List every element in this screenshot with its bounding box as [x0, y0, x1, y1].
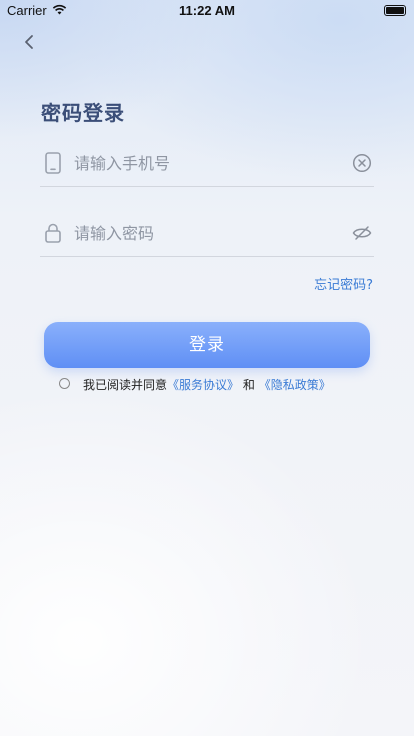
clear-circle-x-icon[interactable]: [352, 153, 372, 173]
password-field: [40, 212, 374, 257]
battery-level: [386, 7, 404, 14]
agreement-checkbox[interactable]: [59, 378, 70, 389]
agreement-row: 我已阅读并同意《服务协议》 和 《隐私政策》: [59, 376, 379, 394]
phone-input[interactable]: [74, 142, 334, 184]
agreement-prefix: 我已阅读并同意: [83, 378, 168, 392]
forgot-password-link[interactable]: 忘记密码?: [314, 274, 373, 293]
chevron-left-icon: [25, 35, 33, 49]
battery-icon: [384, 5, 406, 16]
status-bar: Carrier 11:22 AM: [0, 0, 414, 22]
service-agreement-link[interactable]: 《服务协议》: [167, 378, 239, 392]
phone-icon: [45, 152, 61, 174]
agreement-text: 我已阅读并同意《服务协议》 和 《隐私政策》: [83, 376, 331, 393]
page-title: 密码登录: [41, 101, 125, 125]
lock-icon: [45, 223, 61, 243]
agreement-conjunction: 和: [242, 378, 255, 392]
back-button[interactable]: [18, 30, 42, 54]
eye-off-icon[interactable]: [352, 223, 372, 243]
status-time: 11:22 AM: [179, 3, 235, 18]
login-button[interactable]: 登录: [44, 322, 370, 368]
phone-field: [40, 142, 374, 187]
privacy-policy-link[interactable]: 《隐私政策》: [259, 378, 331, 392]
password-input[interactable]: [74, 212, 334, 254]
